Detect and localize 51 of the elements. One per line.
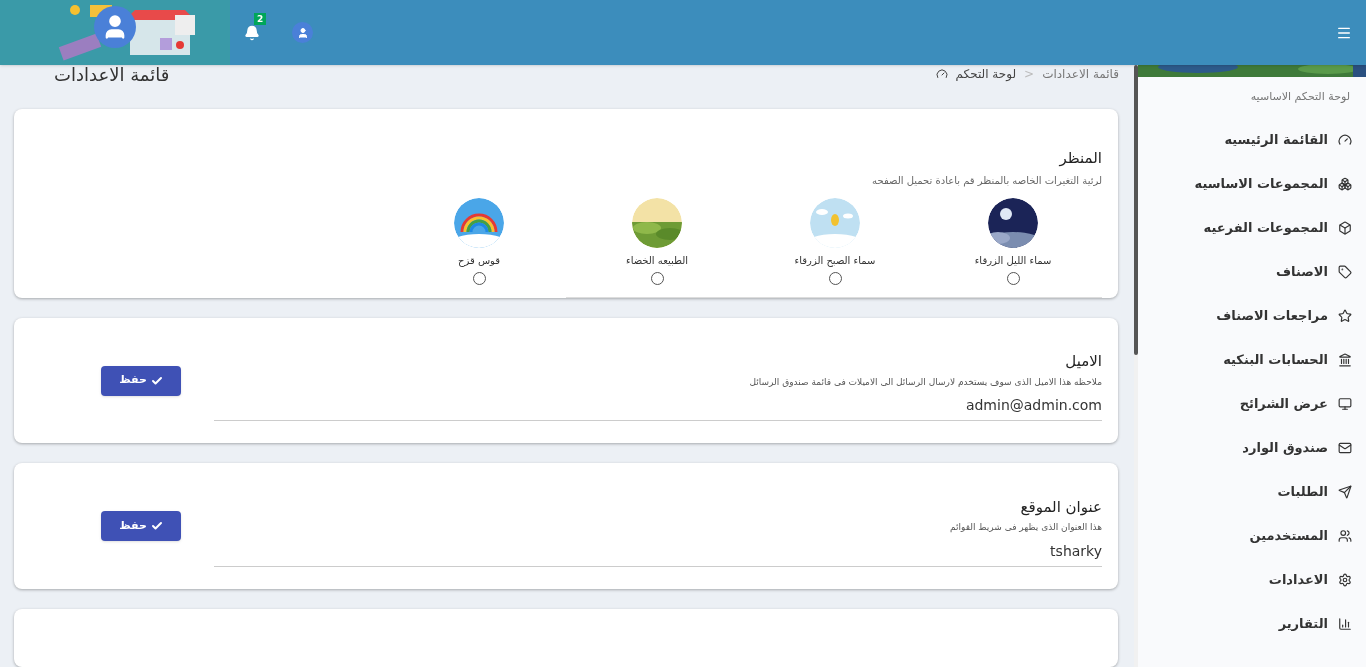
sidebar-item[interactable]: الطلبات bbox=[1138, 469, 1366, 514]
sidebar-item[interactable]: القائمة الرئيسيه bbox=[1138, 117, 1366, 162]
bar-chart-icon bbox=[1338, 616, 1352, 631]
sidebar-item[interactable]: صندوق الوارد bbox=[1138, 425, 1366, 470]
sidebar-item[interactable]: التقارير bbox=[1138, 601, 1366, 646]
theme-label: سماء الصبح الزرقاء bbox=[794, 253, 876, 268]
theme-label: الطبيعه الخضاء bbox=[625, 253, 689, 268]
sidebar-item[interactable]: عرض الشرائح bbox=[1138, 381, 1366, 426]
sidebar-item[interactable]: الاعدادات bbox=[1138, 557, 1366, 602]
user-avatar-icon[interactable] bbox=[292, 22, 313, 43]
radio-button[interactable] bbox=[1006, 271, 1020, 285]
text-field[interactable]: admin@admin.com bbox=[214, 395, 1102, 422]
star-icon bbox=[1338, 308, 1352, 323]
sidebar-item[interactable]: مراجعات الاصناف bbox=[1138, 293, 1366, 338]
card-title: عنوان الموقع bbox=[1019, 496, 1102, 518]
save-button[interactable]: حفظ bbox=[101, 365, 181, 396]
card-note: ملاحظه هذا الاميل الذى سوف يستخدم لارسال الرسائل الى الاميلات فى قائمة صندوق الرسائل bbox=[748, 375, 1102, 389]
users-icon bbox=[1338, 528, 1352, 543]
paper-plane-icon bbox=[1338, 484, 1352, 499]
bell-icon bbox=[244, 24, 260, 41]
save-button[interactable]: حفظ bbox=[101, 511, 181, 542]
box-icon bbox=[1338, 220, 1352, 235]
sidebar-item[interactable]: المجموعات الاساسيه bbox=[1138, 161, 1366, 206]
check-icon bbox=[150, 374, 163, 387]
breadcrumb-separator: < bbox=[1024, 66, 1035, 83]
sidebar-heading: لوحة التحكم الاساسيه bbox=[1249, 89, 1351, 105]
card-title: المنظر bbox=[1058, 148, 1102, 170]
text-field[interactable]: tsharky bbox=[214, 540, 1102, 567]
radio-button[interactable] bbox=[828, 271, 842, 285]
card-title: الاميل bbox=[1064, 351, 1102, 373]
theme-label: قوس قزح bbox=[457, 253, 501, 268]
gauge-icon bbox=[935, 68, 948, 80]
theme-label: سماء الليل الزرقاء bbox=[974, 253, 1052, 268]
bank-icon bbox=[1338, 352, 1352, 367]
card-note: لرئية التغيرات الخاصه بالمنظر قم باعادة تحميل الصفحه bbox=[871, 173, 1102, 188]
tag-icon bbox=[1338, 264, 1352, 279]
breadcrumb-link[interactable]: لوحة التحكم bbox=[955, 65, 1017, 83]
notification-count: 2 bbox=[254, 12, 267, 25]
check-icon bbox=[150, 520, 163, 533]
envelope-icon bbox=[1338, 440, 1352, 455]
sidebar-item[interactable]: الحسابات البنكيه bbox=[1138, 337, 1366, 382]
radio-button[interactable] bbox=[650, 271, 664, 285]
sidebar-item[interactable]: المستخدمين bbox=[1138, 513, 1366, 558]
monitor-icon bbox=[1338, 396, 1352, 411]
card-note: هذا العنوان الذى يظهر فى شريط القوائم bbox=[949, 521, 1102, 535]
sidebar-item[interactable]: الاصناف bbox=[1138, 249, 1366, 294]
sidebar-item[interactable]: المجموعات الفرعيه bbox=[1138, 205, 1366, 250]
page-title: قائمة الاعدادات bbox=[54, 65, 170, 85]
breadcrumb-link[interactable]: قائمة الاعدادات bbox=[1042, 65, 1119, 83]
gauge-icon bbox=[1338, 132, 1352, 147]
radio-button[interactable] bbox=[472, 271, 486, 285]
